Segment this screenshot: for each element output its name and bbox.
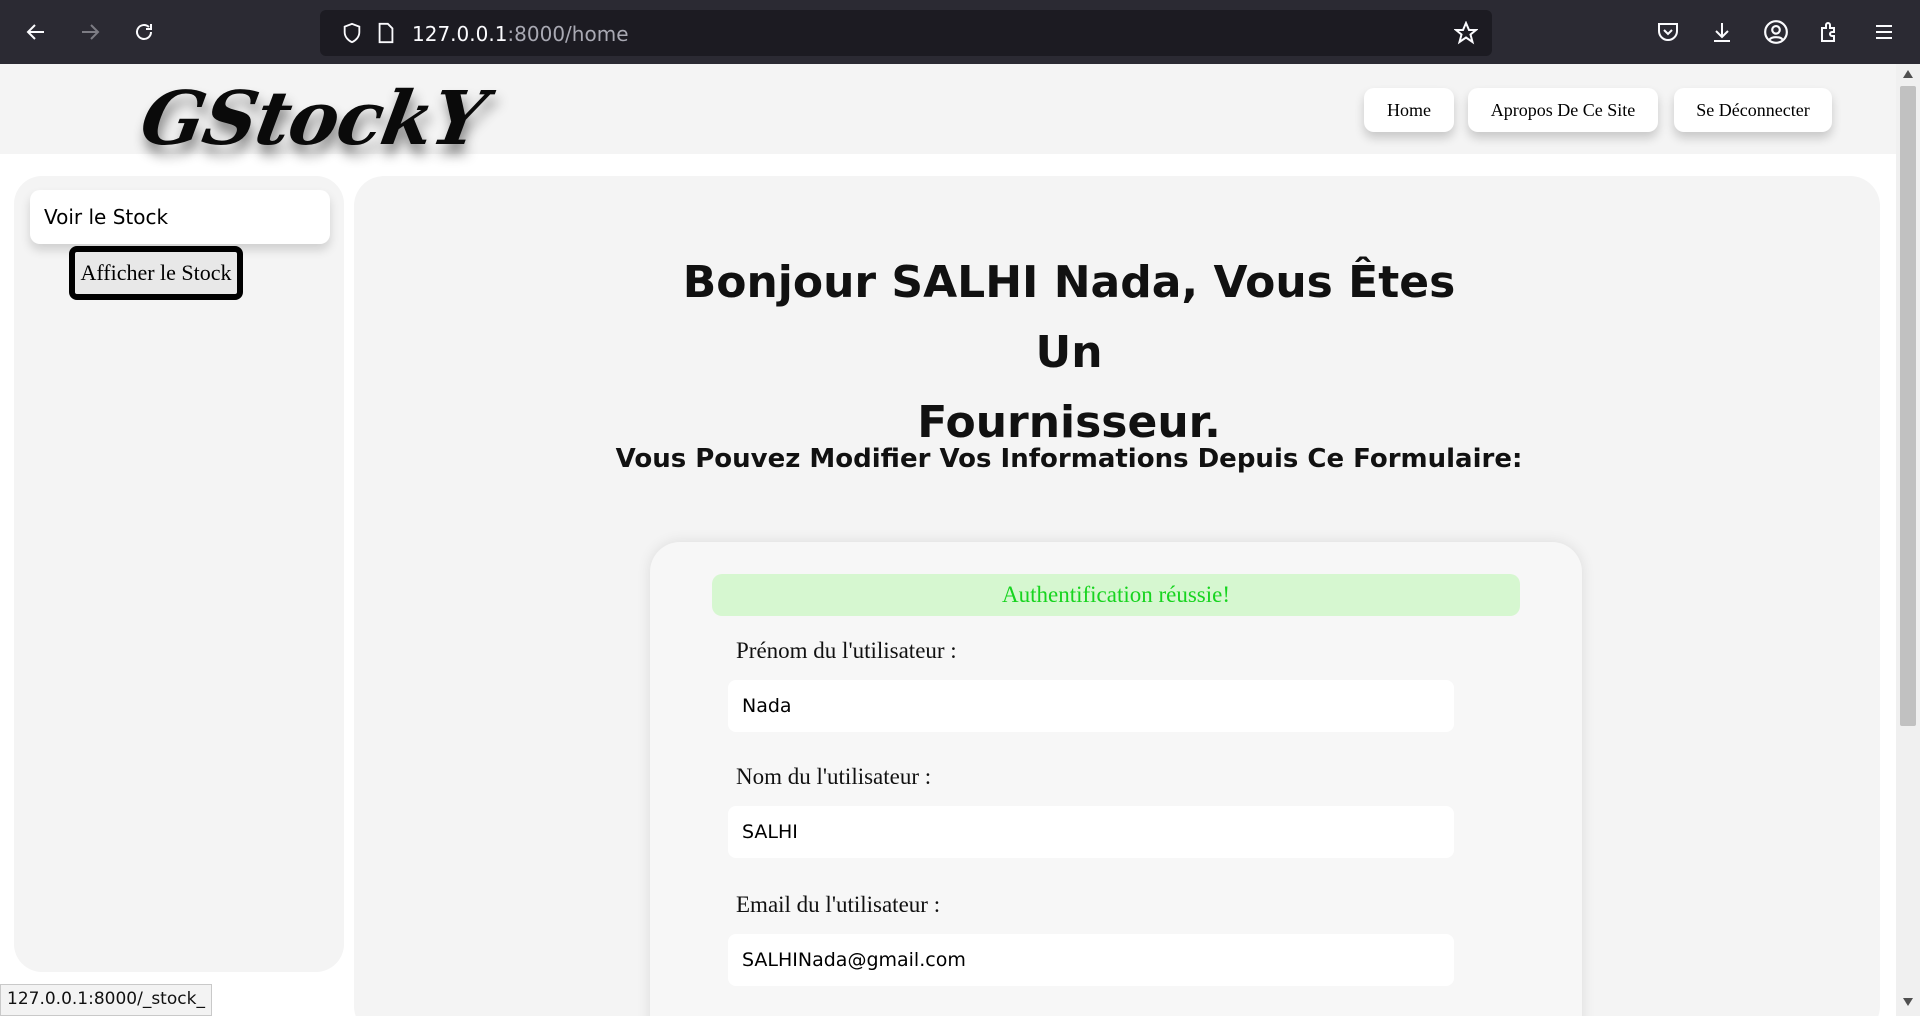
- menu-icon[interactable]: [1868, 16, 1900, 48]
- status-url: 127.0.0.1:8000/_stock_: [0, 984, 212, 1016]
- address-bar[interactable]: 127.0.0.1:8000/home: [320, 10, 1492, 56]
- scroll-up-icon[interactable]: [1900, 66, 1916, 82]
- bookmark-star-icon[interactable]: [1454, 21, 1478, 45]
- page-icon: [374, 21, 398, 45]
- page-subtitle: Vous Pouvez Modifier Vos Informations De…: [615, 444, 1523, 474]
- first-name-field[interactable]: Nada: [728, 680, 1454, 732]
- browser-toolbar: 127.0.0.1:8000/home: [0, 0, 1920, 64]
- scroll-thumb[interactable]: [1900, 86, 1916, 726]
- web-page: GStockY Home Apropos De Ce Site Se Décon…: [0, 64, 1896, 1016]
- last-name-field[interactable]: SALHI: [728, 806, 1454, 858]
- nav-home-button[interactable]: Home: [1364, 88, 1454, 132]
- first-name-label: Prénom du l'utilisateur :: [736, 638, 957, 663]
- url-text[interactable]: 127.0.0.1:8000/home: [412, 22, 629, 46]
- extensions-icon[interactable]: [1814, 16, 1846, 48]
- download-icon[interactable]: [1706, 16, 1738, 48]
- show-stock-button[interactable]: Afficher le Stock: [69, 246, 243, 300]
- page-scrollbar[interactable]: [1896, 64, 1920, 1016]
- url-path: :8000/home: [507, 22, 629, 46]
- site-header: GStockY Home Apropos De Ce Site Se Décon…: [0, 64, 1896, 162]
- page-title-line-1: Bonjour SALHI Nada, Vous Êtes Un: [682, 257, 1456, 378]
- page-title: Bonjour SALHI Nada, Vous Êtes Un Fournis…: [664, 248, 1474, 458]
- nav-logout-button[interactable]: Se Déconnecter: [1674, 88, 1832, 132]
- email-label: Email du l'utilisateur :: [736, 892, 941, 917]
- success-alert: Authentification réussie!: [712, 574, 1520, 616]
- forward-icon[interactable]: [70, 12, 110, 52]
- site-logo[interactable]: GStockY: [134, 76, 492, 162]
- sidebar-title: Voir le Stock: [30, 190, 330, 244]
- last-name-label: Nom du l'utilisateur :: [736, 764, 932, 789]
- nav-about-button[interactable]: Apropos De Ce Site: [1468, 88, 1658, 132]
- back-icon[interactable]: [16, 12, 56, 52]
- profile-form: Authentification réussie! Prénom du l'ut…: [650, 542, 1582, 1016]
- email-field[interactable]: SALHINada@gmail.com: [728, 934, 1454, 986]
- shield-icon[interactable]: [340, 21, 364, 45]
- sidebar: Voir le Stock Afficher le Stock: [14, 176, 344, 972]
- pocket-icon[interactable]: [1652, 16, 1684, 48]
- main-panel: Bonjour SALHI Nada, Vous Êtes Un Fournis…: [354, 176, 1880, 1016]
- account-icon[interactable]: [1760, 16, 1792, 48]
- scroll-down-icon[interactable]: [1900, 994, 1916, 1010]
- url-host: 127.0.0.1: [412, 22, 508, 46]
- reload-icon[interactable]: [124, 12, 164, 52]
